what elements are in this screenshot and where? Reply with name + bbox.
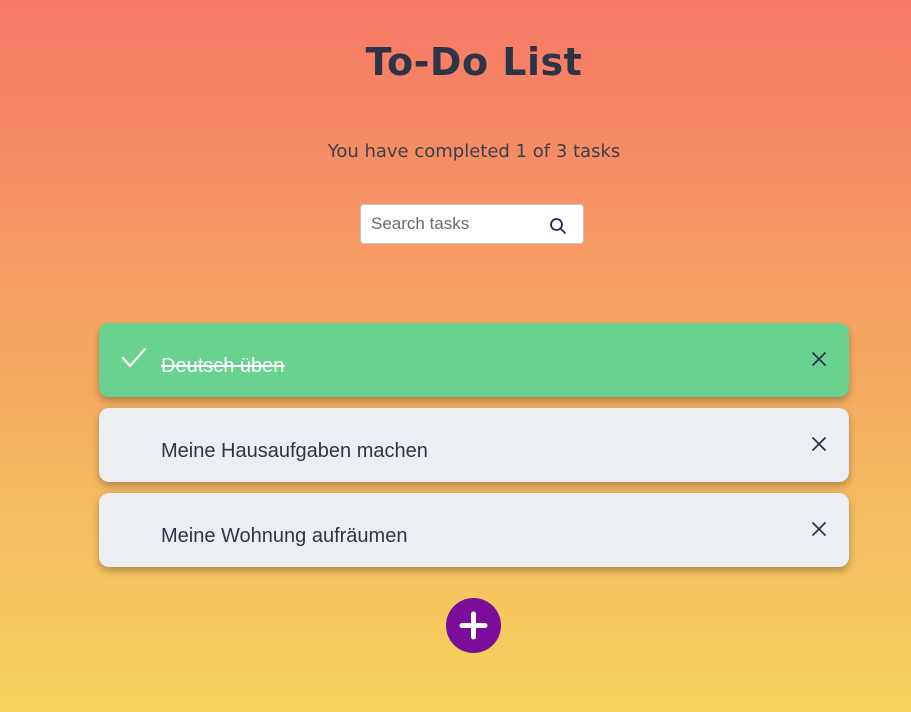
page-title: To-Do List <box>365 40 583 84</box>
task-label: Meine Hausaufgaben machen <box>161 440 428 462</box>
close-icon[interactable] <box>811 351 827 367</box>
task-label: Deutsch üben <box>161 355 285 377</box>
plus-icon <box>459 611 488 640</box>
task-item[interactable]: Meine Hausaufgaben machen <box>99 408 849 482</box>
close-icon[interactable] <box>811 521 827 537</box>
completion-status: You have completed 1 of 3 tasks <box>327 141 621 162</box>
task-item[interactable]: Deutsch üben <box>99 323 849 397</box>
add-task-button[interactable] <box>446 598 501 653</box>
check-icon[interactable] <box>121 347 147 369</box>
task-label: Meine Wohnung aufräumen <box>161 525 408 547</box>
search-box <box>360 204 584 244</box>
task-item[interactable]: Meine Wohnung aufräumen <box>99 493 849 567</box>
search-input[interactable] <box>371 205 541 243</box>
search-icon[interactable] <box>549 217 567 235</box>
close-icon[interactable] <box>811 436 827 452</box>
